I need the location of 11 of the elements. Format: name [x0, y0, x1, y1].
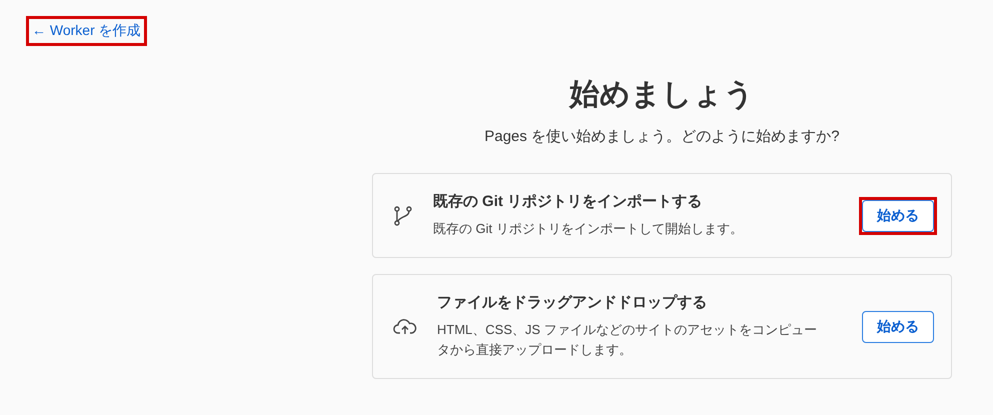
option-description: HTML、CSS、JS ファイルなどのサイトのアセットをコンピュータから直接アップロードします。: [437, 321, 818, 360]
option-description: 既存の Git リポジトリをインポートして開始します。: [433, 220, 744, 238]
start-button[interactable]: 始める: [862, 200, 934, 232]
branch-icon: [393, 204, 413, 227]
cloud-upload-icon: [393, 318, 417, 336]
option-title: 既存の Git リポジトリをインポートする: [433, 192, 704, 211]
page-title: 始めましょう: [570, 77, 754, 113]
option-title: ファイルをドラッグアンドドロップする: [437, 293, 708, 312]
start-button[interactable]: 始める: [862, 310, 934, 343]
page-subtitle: Pages を使い始めましょう。どのように始めますか?: [484, 127, 840, 146]
back-link[interactable]: ← Worker を作成: [29, 19, 144, 43]
